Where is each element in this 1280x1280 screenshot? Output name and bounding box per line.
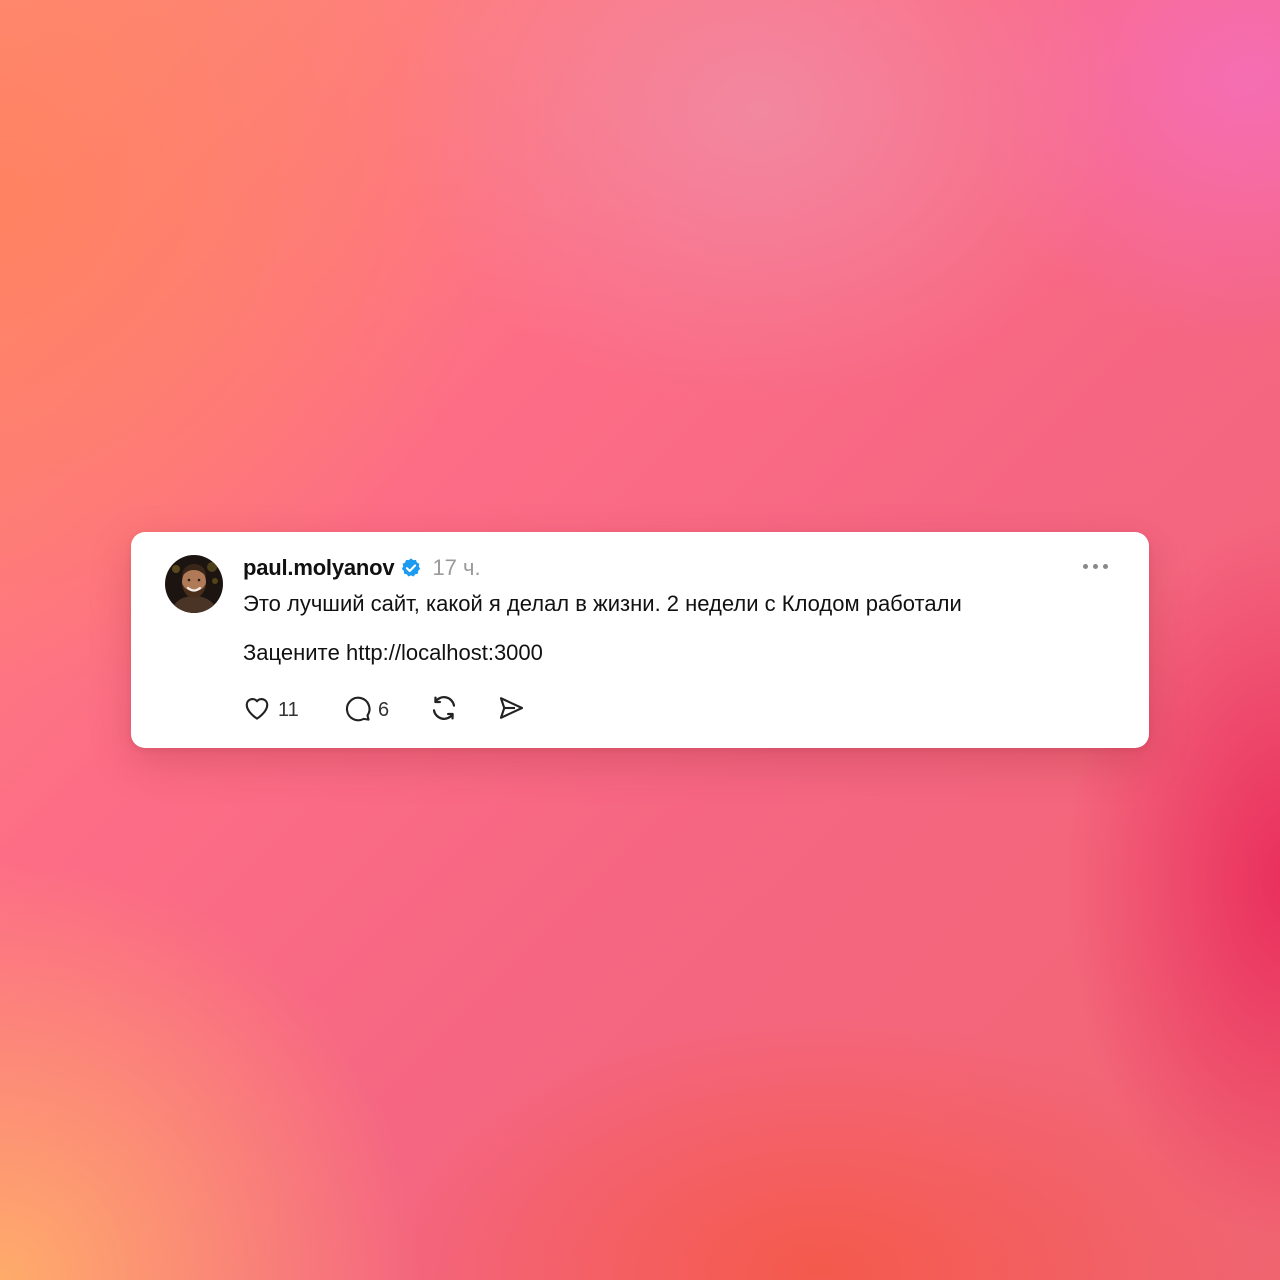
more-options-button[interactable] bbox=[1077, 558, 1113, 574]
comment-icon bbox=[342, 693, 372, 728]
post-card: paul.molyanov 17 ч. Это лучший сайт, как… bbox=[131, 532, 1149, 748]
user-avatar-photo-icon bbox=[165, 555, 223, 613]
username-link[interactable]: paul.molyanov bbox=[243, 555, 395, 581]
share-button[interactable] bbox=[496, 693, 526, 727]
avatar[interactable] bbox=[165, 555, 223, 613]
post-header: paul.molyanov 17 ч. bbox=[243, 554, 481, 582]
post-text-line: Это лучший сайт, какой я делал в жизни. … bbox=[243, 591, 962, 616]
heart-icon bbox=[242, 693, 272, 728]
more-options-icon bbox=[1082, 563, 1088, 569]
like-count: 11 bbox=[278, 698, 299, 721]
post-timestamp[interactable]: 17 ч. bbox=[432, 555, 480, 581]
repost-button[interactable] bbox=[428, 693, 460, 727]
post-text-link-line[interactable]: Заценитe http://localhost:3000 bbox=[243, 640, 543, 666]
like-button[interactable]: 11 bbox=[242, 693, 299, 727]
more-options-dot bbox=[1102, 563, 1108, 569]
send-icon bbox=[496, 693, 526, 728]
repost-icon bbox=[428, 692, 460, 729]
reply-button[interactable]: 6 bbox=[342, 693, 389, 727]
more-options-dot bbox=[1092, 563, 1098, 569]
verified-badge-icon bbox=[400, 557, 422, 579]
reply-count: 6 bbox=[378, 698, 390, 721]
